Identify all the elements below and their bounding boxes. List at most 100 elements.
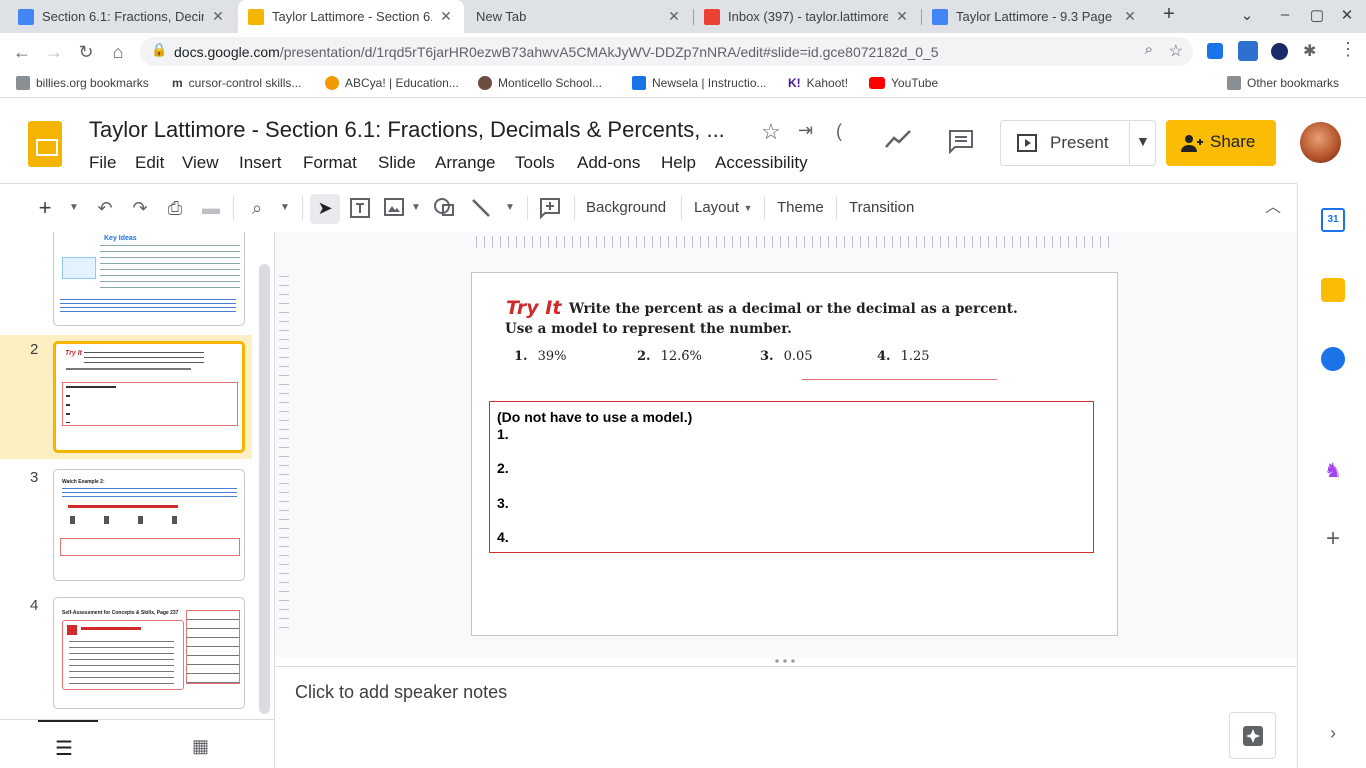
keep-icon[interactable] [1321,278,1345,302]
tasks-icon[interactable] [1321,347,1345,371]
extension-k-icon[interactable] [1271,43,1288,60]
shape-icon[interactable] [432,197,456,221]
menu-arrange[interactable]: Arrange [435,153,495,173]
extension-new-icon[interactable] [1238,41,1258,61]
comments-icon[interactable] [947,128,975,159]
close-tab-icon[interactable]: ✕ [666,8,682,25]
close-window-icon[interactable]: ✕ [1337,6,1357,24]
undo-icon[interactable]: ↶ [93,197,117,221]
close-tab-icon[interactable]: ✕ [210,8,226,25]
bookmark-billies[interactable]: billies.org bookmarks [16,76,149,90]
new-slide-dropdown-icon[interactable]: ▼ [62,197,86,221]
zoom-icon[interactable]: ⌕ [245,197,269,221]
cloud-status-icon[interactable]: ( [836,121,842,142]
collapse-toolbar-icon[interactable]: ︿ [1261,197,1285,221]
browser-tab-5[interactable]: Taylor Lattimore - 9.3 Page 38 ✕ [922,0,1148,33]
slide-thumbnail-3[interactable]: Watch Example 2: [53,469,245,581]
browser-tab-4[interactable]: Inbox (397) - taylor.lattimore@ ✕ [694,0,920,33]
bookmark-monticello[interactable]: Monticello School... [478,76,602,90]
move-folder-icon[interactable]: ⇥ [798,120,813,141]
line-icon[interactable] [469,197,493,221]
browser-tab-2-active[interactable]: Taylor Lattimore - Section 6.1: ✕ [238,0,464,33]
browser-tab-3[interactable]: New Tab ✕ [466,0,692,33]
paint-format-icon[interactable]: ▬ [199,197,223,221]
back-icon[interactable]: ← [11,41,33,63]
text-box-icon[interactable] [348,197,372,221]
menu-insert[interactable]: Insert [239,153,282,173]
bookmark-cursor-control[interactable]: m cursor-control skills... [172,76,301,90]
addon-unicorn-icon[interactable]: ♞ [1321,458,1345,482]
problem-1: 1. 39% [514,349,567,364]
bookmark-star-icon[interactable]: ☆ [1169,41,1183,61]
slide-thumbnail-2-selected[interactable]: Try It [53,341,245,453]
new-slide-icon[interactable]: + [33,197,57,221]
slides-logo-icon[interactable] [28,121,62,167]
explore-button[interactable] [1229,712,1276,759]
menu-help[interactable]: Help [661,153,696,173]
print-icon[interactable]: ⎙ [163,197,187,221]
menu-slide[interactable]: Slide [378,153,416,173]
zoom-dropdown-icon[interactable]: ▼ [273,197,297,221]
layout-dropdown-icon[interactable]: ▼ [736,197,760,221]
add-addon-icon[interactable]: + [1321,527,1345,552]
share-button[interactable]: Share [1166,120,1276,166]
minimize-icon[interactable]: – [1275,6,1295,23]
transition-button[interactable]: Transition [849,199,914,216]
slide-thumbnail-4[interactable]: Self-Assessment for Concepts & Skills, P… [53,597,245,709]
menu-tools[interactable]: Tools [515,153,555,173]
present-button[interactable]: Present ▼ [1000,120,1156,166]
close-tab-icon[interactable]: ✕ [1122,8,1138,25]
avatar[interactable] [1300,122,1341,163]
zoom-icon[interactable]: ⌕ [1145,41,1153,58]
theme-button[interactable]: Theme [777,199,824,216]
new-tab-icon[interactable]: + [1159,3,1179,26]
tab-search-icon[interactable]: ⌄ [1237,6,1257,24]
tab-title: Taylor Lattimore - Section 6.1: [272,9,432,24]
present-dropdown-icon[interactable]: ▼ [1136,133,1150,149]
menu-view[interactable]: View [182,153,219,173]
menu-addons[interactable]: Add-ons [577,153,640,173]
slide-canvas[interactable]: Try It Write the percent as a decimal or… [471,272,1118,636]
menu-edit[interactable]: Edit [135,153,164,173]
bookmark-kahoot[interactable]: K! Kahoot! [788,76,848,90]
slide-thumbnail-1[interactable]: Key Ideas [53,232,245,326]
show-side-panel-icon[interactable]: › [1321,723,1345,747]
filmstrip-scrollbar[interactable] [259,264,270,714]
star-icon[interactable]: ☆ [761,119,781,145]
menu-format[interactable]: Format [303,153,357,173]
browser-tab-1[interactable]: Section 6.1: Fractions, Decima ✕ [8,0,236,33]
line-dropdown-icon[interactable]: ▼ [498,197,522,221]
image-dropdown-icon[interactable]: ▼ [404,197,428,221]
activity-trend-icon[interactable] [884,128,912,155]
address-bar[interactable]: 🔒 docs.google.com/presentation/d/1rqd5rT… [140,37,1193,66]
close-tab-icon[interactable]: ✕ [438,8,454,25]
notes-resize-handle[interactable] [773,659,797,663]
answer-text-box[interactable]: (Do not have to use a model.) 1. 2. 3. 4… [489,401,1094,553]
filmstrip: Key Ideas 2 Try It 3 Watch Example 2: 4 … [0,232,274,719]
document-title[interactable]: Taylor Lattimore - Section 6.1: Fraction… [89,117,725,143]
extensions-puzzle-icon[interactable]: ✱ [1303,41,1316,61]
speaker-notes[interactable]: Click to add speaker notes [295,682,507,703]
select-cursor-icon[interactable]: ➤ [313,197,337,221]
bookmark-other[interactable]: Other bookmarks [1227,76,1339,90]
extension-globe-icon[interactable] [1207,43,1223,59]
add-comment-icon[interactable] [538,197,562,221]
forward-icon[interactable]: → [43,41,65,63]
menu-file[interactable]: File [89,153,116,173]
redo-icon[interactable]: ↷ [128,197,152,221]
filmstrip-view-icon[interactable]: ☰ [55,736,73,761]
bookmark-abcya[interactable]: ABCya! | Education... [325,76,459,90]
layout-button[interactable]: Layout [694,199,739,216]
menu-accessibility[interactable]: Accessibility [715,153,808,173]
calendar-icon[interactable]: 31 [1321,208,1345,232]
grid-view-icon[interactable]: ▦ [192,736,209,757]
home-icon[interactable]: ⌂ [107,41,129,63]
background-button[interactable]: Background [586,199,666,216]
reload-icon[interactable]: ↻ [75,41,97,63]
bookmark-youtube[interactable]: YouTube [869,76,938,90]
bookmark-newsela[interactable]: Newsela | Instructio... [632,76,767,90]
browser-menu-icon[interactable]: ⋮ [1339,39,1357,60]
close-tab-icon[interactable]: ✕ [894,8,910,25]
restore-icon[interactable]: ▢ [1307,6,1327,24]
image-icon[interactable] [382,197,406,221]
